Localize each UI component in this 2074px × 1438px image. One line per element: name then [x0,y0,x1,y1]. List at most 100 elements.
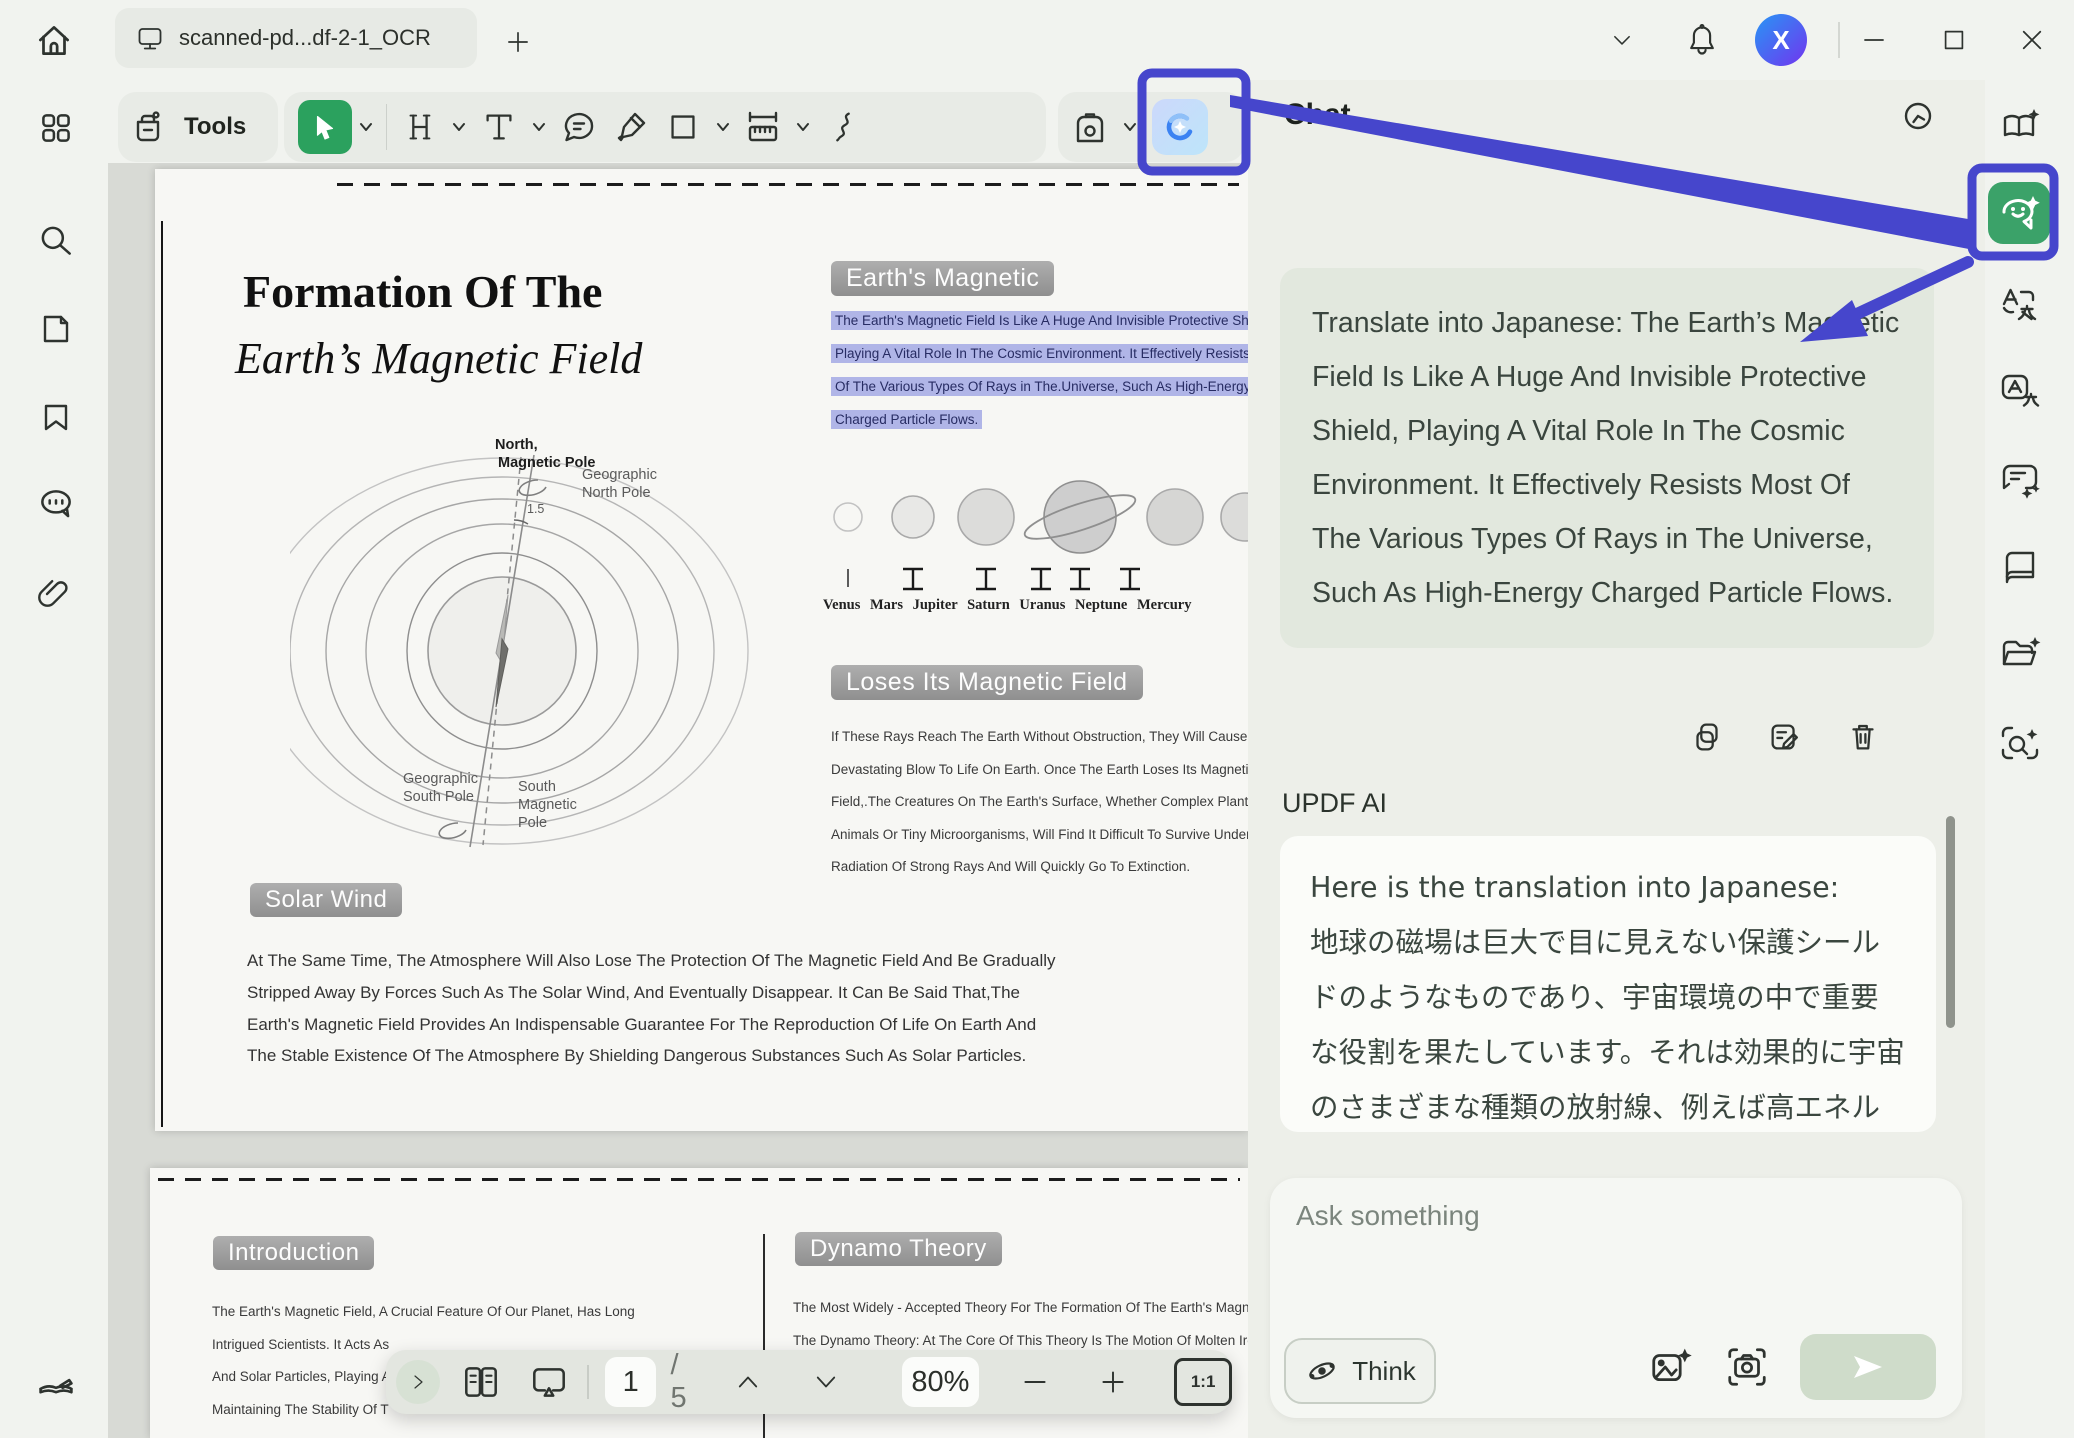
notifications-button[interactable] [1680,18,1724,62]
sidebar-panels-button[interactable] [32,104,80,152]
close-button[interactable] [2010,18,2054,62]
freehand-tool-button[interactable] [817,100,869,154]
search-icon [35,220,77,262]
sidebar-pages-button[interactable] [32,305,80,353]
maximize-button[interactable] [1932,18,1976,62]
minimize-icon [1859,25,1889,55]
solar-wind-paragraph: At The Same Time, The Atmosphere Will Al… [247,945,1056,1072]
magnetic-field-diagram: North, Magnetic Pole Geographic North Po… [290,435,820,885]
loses-field-paragraph: If These Rays Reach The Earth Without Ob… [831,721,1248,884]
ai-search-button[interactable] [1996,721,2044,769]
ai-writing-button[interactable] [1996,457,2044,505]
diagram-angle-value: 1.5 [527,502,544,516]
section-badge-loses-field: Loses Its Magnetic Field [831,665,1143,700]
stamp-tool-button[interactable] [1064,100,1116,154]
planet-uranus [1147,489,1203,545]
chat-input[interactable] [1294,1198,1818,1312]
think-mode-button[interactable]: Think [1284,1338,1436,1404]
zoom-in-button[interactable] [1085,1355,1141,1409]
ai-assistant-button[interactable] [1152,99,1208,155]
paperclip-icon [36,573,76,613]
insert-image-button[interactable] [1648,1344,1694,1395]
shape-tool-dropdown[interactable] [709,100,737,154]
highlighted-text-block[interactable]: The Earth's Magnetic Field Is Like A Hug… [831,311,1248,443]
document-tab[interactable]: scanned-pd...df-2-1_OCR [115,8,477,68]
measure-tool-dropdown[interactable] [789,100,817,154]
document-title-line1: Formation Of The [243,265,602,318]
ai-summarize-button[interactable] [1996,104,2044,152]
sidebar-search-button[interactable] [32,217,80,265]
user-message-text: Translate into Japanese: The Earth’s Mag… [1312,296,1902,620]
chat-scrollbar[interactable] [1946,816,1955,1028]
comments-icon [35,483,77,525]
page-number-input[interactable]: 1 [605,1357,657,1407]
highlighted-line: Of The Various Types Of Rays in The.Univ… [831,377,1248,396]
stamp-tool-dropdown[interactable] [1116,100,1144,154]
chevron-down-icon [531,119,547,135]
shape-tool-button[interactable] [657,100,709,154]
camera-screenshot-icon [1724,1344,1770,1390]
pdf-viewport[interactable]: Formation Of The Earth’s Magnetic Field [108,163,1248,1438]
presentation-button[interactable] [521,1355,577,1409]
titlebar-divider [1838,22,1840,58]
screenshot-button[interactable] [1724,1344,1770,1395]
annotation-toolbar [284,92,1046,162]
ai-swirl-icon [1158,105,1202,149]
heading-tool-dropdown[interactable] [445,100,473,154]
next-page-button[interactable] [798,1355,854,1409]
avatar[interactable]: X [1755,14,1807,66]
pen-tool-button[interactable] [605,100,657,154]
new-tab-button[interactable] [500,24,536,60]
scan-edge-line [158,1178,1240,1181]
planet-mars [892,496,934,538]
ai-translate-text-button[interactable] [1996,282,2044,330]
tools-button[interactable]: Tools [118,92,278,162]
chevron-down-icon [795,119,811,135]
stamp-icon [1070,107,1110,147]
ai-file-button[interactable] [1996,631,2044,679]
chat-history-button[interactable] [1896,94,1940,138]
sidebar-attachments-button[interactable] [32,569,80,617]
search-sparkle-icon [1998,723,2042,767]
sidebar-reader-button[interactable] [32,1355,80,1403]
send-button[interactable] [1800,1334,1936,1400]
zoom-level-input[interactable]: 80% [902,1357,979,1407]
text-tool-button[interactable] [473,100,525,154]
actual-size-button[interactable]: 1:1 [1174,1358,1232,1406]
delete-icon[interactable] [1844,718,1882,756]
window-menu-button[interactable] [1600,18,1644,62]
home-button[interactable] [28,14,80,66]
ai-response-card[interactable]: Here is the translation into Japanese: 地… [1280,836,1936,1132]
diagram-label-south-3: Pole [518,815,547,831]
monitor-icon [135,23,165,53]
measure-tool-button[interactable] [737,100,789,154]
copy-icon[interactable] [1688,718,1726,756]
comment-tool-button[interactable] [553,100,605,154]
note-sparkle-icon [1998,459,2042,503]
user-message-bubble[interactable]: Translate into Japanese: The Earth’s Mag… [1280,268,1934,648]
planet-saturn [1044,481,1116,553]
select-tool-dropdown[interactable] [352,100,380,154]
previous-page-button[interactable] [721,1355,777,1409]
ai-response-body: 地球の磁場は巨大で目に見えない保護シールドのようなものであり、宇宙環境の中で重要… [1310,915,1906,1132]
minimize-button[interactable] [1852,18,1896,62]
ai-translate-page-button[interactable] [1996,368,2044,416]
zoom-out-button[interactable] [1007,1355,1063,1409]
book-side-icon [1998,546,2042,590]
sidebar-bookmarks-button[interactable] [32,393,80,441]
image-sparkle-icon [1648,1344,1694,1390]
stamp-ai-toolbar [1058,92,1244,162]
edit-icon[interactable] [1766,718,1804,756]
sidebar-comments-button[interactable] [32,480,80,528]
two-page-view-button[interactable] [454,1355,510,1409]
ai-chat-button-active[interactable] [1988,182,2050,244]
select-tool-button[interactable] [298,100,352,154]
text-tool-dropdown[interactable] [525,100,553,154]
expand-bar-button[interactable] [396,1360,440,1404]
planets-caption: Venus Mars Jupiter Saturn Uranus Neptune… [823,597,1191,614]
heading-tool-button[interactable] [393,100,445,154]
chevron-down-icon [1122,119,1138,135]
translate-text-icon [1998,284,2042,328]
ai-name-label: UPDF AI [1282,788,1387,819]
reading-mode-button[interactable] [1996,544,2044,592]
